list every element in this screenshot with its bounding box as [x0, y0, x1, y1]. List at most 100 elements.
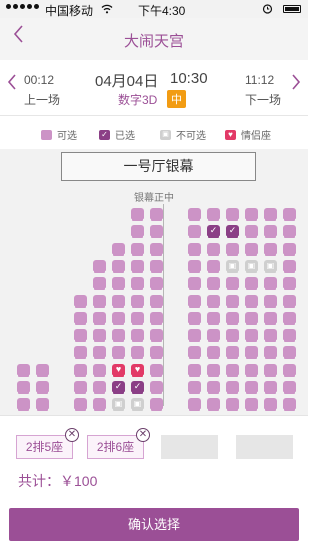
seat-available[interactable] — [188, 311, 201, 325]
seat-available[interactable] — [207, 381, 220, 394]
seat-available[interactable] — [93, 311, 106, 325]
seat-available[interactable] — [283, 294, 296, 308]
seat-available[interactable] — [245, 208, 258, 221]
seat-available[interactable] — [283, 381, 296, 394]
seat-available[interactable] — [150, 329, 163, 343]
seat-available[interactable] — [188, 346, 201, 360]
seat-available[interactable] — [245, 329, 258, 343]
seat-available[interactable] — [36, 398, 49, 412]
seat-available[interactable] — [150, 346, 163, 360]
seat-available[interactable] — [36, 363, 49, 377]
seat-available[interactable] — [283, 259, 296, 273]
seat-available[interactable] — [93, 363, 106, 377]
seat-available[interactable] — [150, 208, 163, 221]
seat-available[interactable] — [93, 381, 106, 394]
seat-couple[interactable]: ♥ — [131, 363, 144, 377]
remove-seat-icon[interactable]: ✕ — [136, 428, 150, 442]
seat-couple[interactable]: ♥ — [112, 363, 125, 377]
seat-available[interactable] — [226, 329, 239, 343]
seat-available[interactable] — [74, 311, 87, 325]
seat-available[interactable] — [112, 242, 125, 256]
seat-available[interactable] — [283, 346, 296, 360]
seat-available[interactable] — [150, 259, 163, 273]
seat-available[interactable] — [264, 311, 277, 325]
seat-available[interactable] — [226, 398, 239, 412]
seat-available[interactable] — [188, 208, 201, 221]
seat-available[interactable] — [245, 277, 258, 291]
seat-available[interactable] — [226, 311, 239, 325]
seat-available[interactable] — [131, 311, 144, 325]
seat-available[interactable] — [264, 398, 277, 412]
seat-available[interactable] — [112, 329, 125, 343]
seat-available[interactable] — [226, 294, 239, 308]
next-showtime[interactable]: 11:12 下一场 — [245, 70, 285, 110]
seat-available[interactable] — [207, 294, 220, 308]
seat-available[interactable] — [112, 294, 125, 308]
seat-available[interactable] — [283, 208, 296, 221]
seat-available[interactable] — [226, 208, 239, 221]
next-showtime-chevron-icon[interactable] — [291, 72, 301, 98]
seat-available[interactable] — [74, 329, 87, 343]
seat-available[interactable] — [264, 329, 277, 343]
seat-available[interactable] — [226, 381, 239, 394]
seat-available[interactable] — [207, 242, 220, 256]
seat-available[interactable] — [264, 381, 277, 394]
seat-available[interactable] — [17, 363, 30, 377]
seat-available[interactable] — [264, 208, 277, 221]
seat-available[interactable] — [188, 277, 201, 291]
seat-available[interactable] — [131, 242, 144, 256]
seat-available[interactable] — [245, 311, 258, 325]
seat-available[interactable] — [188, 225, 201, 239]
seat-available[interactable] — [245, 381, 258, 394]
seat-available[interactable] — [264, 363, 277, 377]
seat-available[interactable] — [150, 398, 163, 412]
seat-available[interactable] — [207, 346, 220, 360]
seat-available[interactable] — [188, 259, 201, 273]
seat-available[interactable] — [93, 277, 106, 291]
seat-available[interactable] — [131, 346, 144, 360]
seat-available[interactable] — [74, 363, 87, 377]
seat-available[interactable] — [150, 277, 163, 291]
seat-available[interactable] — [226, 242, 239, 256]
seat-available[interactable] — [245, 346, 258, 360]
seat-available[interactable] — [207, 277, 220, 291]
seat-selected[interactable]: ✓ — [131, 381, 144, 394]
seat-available[interactable] — [264, 242, 277, 256]
seat-available[interactable] — [74, 346, 87, 360]
seat-available[interactable] — [207, 363, 220, 377]
seat-available[interactable] — [245, 242, 258, 256]
seat-available[interactable] — [207, 259, 220, 273]
seat-available[interactable] — [131, 294, 144, 308]
seat-available[interactable] — [74, 294, 87, 308]
seat-available[interactable] — [188, 294, 201, 308]
seat-available[interactable] — [283, 329, 296, 343]
seat-available[interactable] — [150, 381, 163, 394]
seat-available[interactable] — [93, 346, 106, 360]
seat-available[interactable] — [245, 363, 258, 377]
prev-showtime-chevron-icon[interactable] — [7, 72, 17, 98]
seat-available[interactable] — [150, 225, 163, 239]
seat-available[interactable] — [245, 225, 258, 239]
seat-available[interactable] — [283, 311, 296, 325]
seat-available[interactable] — [131, 259, 144, 273]
seat-available[interactable] — [112, 259, 125, 273]
seat-available[interactable] — [207, 398, 220, 412]
seat-available[interactable] — [264, 346, 277, 360]
seat-available[interactable] — [36, 381, 49, 394]
confirm-button[interactable]: 确认选择 — [9, 508, 299, 541]
seat-selected[interactable]: ✓ — [226, 225, 239, 239]
seat-available[interactable] — [188, 363, 201, 377]
prev-showtime[interactable]: 00:12 上一场 — [24, 70, 64, 110]
seat-available[interactable] — [74, 398, 87, 412]
seat-available[interactable] — [188, 242, 201, 256]
seat-available[interactable] — [226, 363, 239, 377]
seat-available[interactable] — [131, 225, 144, 239]
seat-available[interactable] — [226, 346, 239, 360]
seat-available[interactable] — [93, 294, 106, 308]
seat-available[interactable] — [112, 346, 125, 360]
seat-available[interactable] — [150, 363, 163, 377]
seat-available[interactable] — [17, 381, 30, 394]
seat-available[interactable] — [283, 398, 296, 412]
seat-selected[interactable]: ✓ — [112, 381, 125, 394]
remove-seat-icon[interactable]: ✕ — [65, 428, 79, 442]
